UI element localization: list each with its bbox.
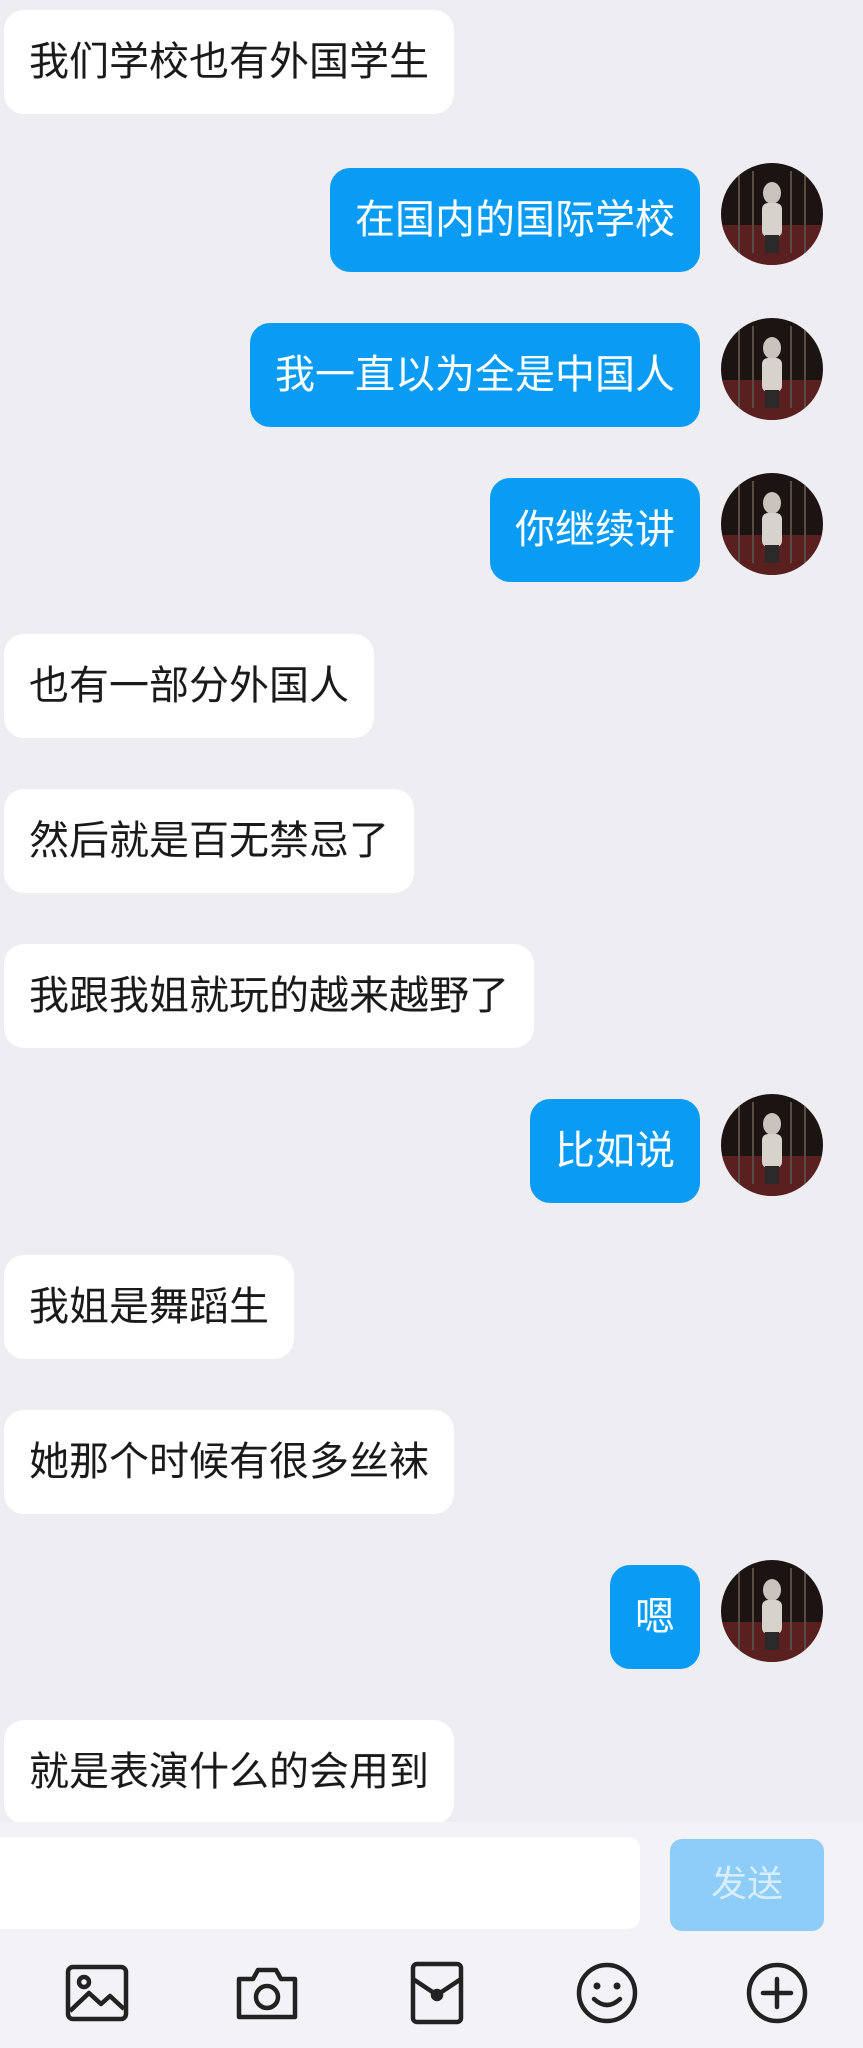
message-row: 然后就是百无禁忌了: [0, 789, 863, 893]
plus-icon[interactable]: [743, 1959, 811, 2027]
user-avatar[interactable]: [721, 1094, 823, 1196]
message-row: 我跟我姐就玩的越来越野了: [0, 944, 863, 1048]
emoji-icon[interactable]: [573, 1959, 641, 2027]
send-button[interactable]: 发送: [670, 1839, 824, 1931]
incoming-message-bubble[interactable]: 我跟我姐就玩的越来越野了: [4, 944, 534, 1048]
incoming-message-bubble[interactable]: 也有一部分外国人: [4, 634, 374, 738]
outgoing-message-bubble[interactable]: 我一直以为全是中国人: [250, 323, 700, 427]
incoming-message-bubble[interactable]: 我姐是舞蹈生: [4, 1255, 294, 1359]
user-avatar[interactable]: [721, 163, 823, 265]
message-row: 你继续讲: [0, 473, 863, 582]
message-row: 我姐是舞蹈生: [0, 1255, 863, 1359]
user-avatar[interactable]: [721, 473, 823, 575]
incoming-message-bubble[interactable]: 她那个时候有很多丝袜: [4, 1410, 454, 1514]
message-row: 在国内的国际学校: [0, 163, 863, 272]
message-row: 我一直以为全是中国人: [0, 318, 863, 427]
message-row: 比如说: [0, 1094, 863, 1203]
incoming-message-bubble[interactable]: 就是表演什么的会用到: [4, 1720, 454, 1822]
outgoing-message-bubble[interactable]: 比如说: [530, 1099, 700, 1203]
outgoing-message-bubble[interactable]: 在国内的国际学校: [330, 168, 700, 272]
user-avatar[interactable]: [721, 318, 823, 420]
outgoing-message-bubble[interactable]: 你继续讲: [490, 478, 700, 582]
image-icon[interactable]: [63, 1959, 131, 2027]
message-row: 就是表演什么的会用到: [0, 1720, 863, 1822]
message-row: 也有一部分外国人: [0, 634, 863, 738]
message-row: 我们学校也有外国学生: [0, 10, 863, 114]
message-row: 她那个时候有很多丝袜: [0, 1410, 863, 1514]
outgoing-message-bubble[interactable]: 嗯: [610, 1565, 700, 1669]
camera-icon[interactable]: [233, 1959, 301, 2027]
incoming-message-bubble[interactable]: 我们学校也有外国学生: [4, 10, 454, 114]
message-row: 嗯: [0, 1560, 863, 1669]
composer-bar: 发送: [0, 1822, 863, 2048]
user-avatar[interactable]: [721, 1560, 823, 1662]
chat-message-list[interactable]: 我们学校也有外国学生 在国内的国际学校 我一直以为全是中国人 你继续讲 也有一部…: [0, 0, 863, 1822]
red-packet-icon[interactable]: [403, 1959, 471, 2027]
incoming-message-bubble[interactable]: 然后就是百无禁忌了: [4, 789, 414, 893]
message-input[interactable]: [0, 1837, 640, 1929]
